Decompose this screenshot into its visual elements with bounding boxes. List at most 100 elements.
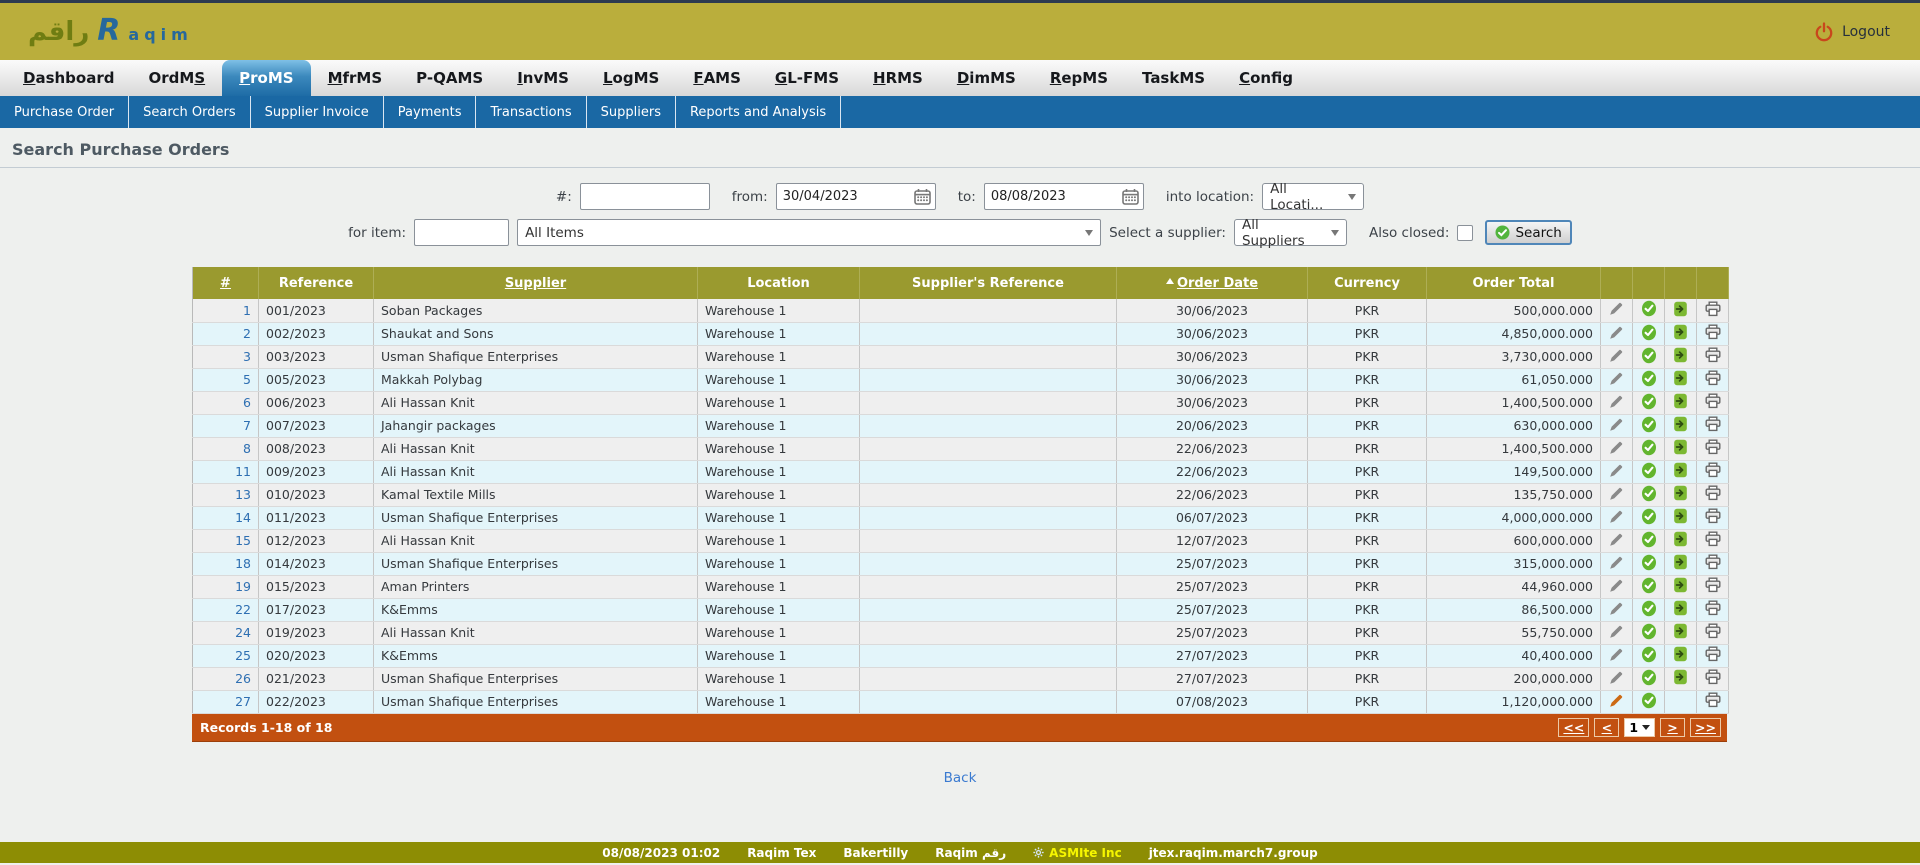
- print-icon[interactable]: [1705, 531, 1721, 547]
- subnav-item-search-orders[interactable]: Search Orders: [129, 96, 251, 128]
- print-icon[interactable]: [1705, 347, 1721, 363]
- print-icon[interactable]: [1705, 301, 1721, 317]
- edit-icon[interactable]: [1609, 601, 1624, 616]
- column-header-order-date[interactable]: Order Date: [1117, 267, 1308, 299]
- print-icon[interactable]: [1705, 669, 1721, 685]
- approved-icon[interactable]: [1641, 646, 1657, 663]
- approved-icon[interactable]: [1641, 692, 1657, 709]
- order-number-link[interactable]: 24: [235, 625, 251, 640]
- receive-icon[interactable]: [1673, 462, 1688, 478]
- order-number-link[interactable]: 15: [235, 533, 251, 548]
- subnav-item-transactions[interactable]: Transactions: [476, 96, 586, 128]
- from-date-input[interactable]: [776, 183, 936, 210]
- print-icon[interactable]: [1705, 646, 1721, 662]
- print-icon[interactable]: [1705, 462, 1721, 478]
- print-icon[interactable]: [1705, 393, 1721, 409]
- order-number-link[interactable]: 22: [235, 602, 251, 617]
- approved-icon[interactable]: [1641, 393, 1657, 410]
- edit-icon[interactable]: [1609, 555, 1624, 570]
- receive-icon[interactable]: [1673, 347, 1688, 363]
- order-number-link[interactable]: 1: [243, 303, 251, 318]
- to-date-input[interactable]: [984, 183, 1144, 210]
- approved-icon[interactable]: [1641, 370, 1657, 387]
- receive-icon[interactable]: [1673, 370, 1688, 386]
- order-number-link[interactable]: 11: [235, 464, 251, 479]
- tab-config[interactable]: Config: [1222, 60, 1310, 96]
- also-closed-checkbox[interactable]: [1457, 225, 1473, 241]
- receive-icon[interactable]: [1673, 508, 1688, 524]
- tab-dimms[interactable]: DimMS: [940, 60, 1033, 96]
- order-number-link[interactable]: 26: [235, 671, 251, 686]
- edit-icon[interactable]: [1609, 647, 1624, 662]
- approved-icon[interactable]: [1641, 577, 1657, 594]
- tab-p-qams[interactable]: P-QAMS: [399, 60, 500, 96]
- print-icon[interactable]: [1705, 554, 1721, 570]
- logout-button[interactable]: Logout: [1814, 22, 1890, 42]
- receive-icon[interactable]: [1673, 577, 1688, 593]
- order-number-link[interactable]: 6: [243, 395, 251, 410]
- edit-icon[interactable]: [1609, 624, 1624, 639]
- print-icon[interactable]: [1705, 485, 1721, 501]
- tab-gl-fms[interactable]: GL-FMS: [758, 60, 856, 96]
- approved-icon[interactable]: [1641, 347, 1657, 364]
- next-page-button[interactable]: >: [1660, 718, 1685, 737]
- print-icon[interactable]: [1705, 623, 1721, 639]
- subnav-item-payments[interactable]: Payments: [384, 96, 477, 128]
- supplier-select[interactable]: All Suppliers: [1234, 219, 1347, 246]
- tab-fams[interactable]: FAMS: [676, 60, 758, 96]
- approved-icon[interactable]: [1641, 669, 1657, 686]
- edit-icon[interactable]: [1609, 371, 1624, 386]
- tab-taskms[interactable]: TaskMS: [1125, 60, 1222, 96]
- order-number-link[interactable]: 2: [243, 326, 251, 341]
- print-icon[interactable]: [1705, 692, 1721, 708]
- edit-icon[interactable]: [1609, 348, 1624, 363]
- item-code-input[interactable]: [414, 219, 509, 246]
- tab-ordms[interactable]: OrdMS: [131, 60, 222, 96]
- last-page-button[interactable]: >>: [1690, 718, 1721, 737]
- receive-icon[interactable]: [1673, 439, 1688, 455]
- page-select[interactable]: 1: [1624, 718, 1655, 737]
- print-icon[interactable]: [1705, 370, 1721, 386]
- edit-icon[interactable]: [1609, 509, 1624, 524]
- tab-dashboard[interactable]: Dashboard: [6, 60, 131, 96]
- raqim-logo[interactable]: راقم R aqim: [28, 16, 193, 47]
- subnav-item-reports-and-analysis[interactable]: Reports and Analysis: [676, 96, 841, 128]
- status-vendor[interactable]: ASMIte Inc: [1049, 846, 1122, 860]
- order-number-link[interactable]: 13: [235, 487, 251, 502]
- tab-repms[interactable]: RepMS: [1033, 60, 1125, 96]
- receive-icon[interactable]: [1673, 485, 1688, 501]
- receive-icon[interactable]: [1673, 393, 1688, 409]
- prev-page-button[interactable]: <: [1594, 718, 1619, 737]
- approved-icon[interactable]: [1641, 600, 1657, 617]
- edit-icon[interactable]: [1609, 578, 1624, 593]
- receive-icon[interactable]: [1673, 301, 1688, 317]
- order-number-input[interactable]: [580, 183, 710, 210]
- edit-icon[interactable]: [1609, 486, 1624, 501]
- edit-icon[interactable]: [1609, 301, 1624, 316]
- order-number-link[interactable]: 7: [243, 418, 251, 433]
- column-header-supplier[interactable]: Supplier: [374, 267, 698, 299]
- receive-icon[interactable]: [1673, 600, 1688, 616]
- location-select[interactable]: All Locati...: [1262, 183, 1364, 210]
- approved-icon[interactable]: [1641, 554, 1657, 571]
- item-select[interactable]: All Items: [517, 219, 1101, 246]
- first-page-button[interactable]: <<: [1558, 718, 1589, 737]
- subnav-item-purchase-order[interactable]: Purchase Order: [0, 96, 129, 128]
- order-number-link[interactable]: 18: [235, 556, 251, 571]
- order-number-link[interactable]: 27: [235, 694, 251, 709]
- calendar-icon[interactable]: [1122, 188, 1139, 209]
- receive-icon[interactable]: [1673, 324, 1688, 340]
- receive-icon[interactable]: [1673, 623, 1688, 639]
- print-icon[interactable]: [1705, 439, 1721, 455]
- order-number-link[interactable]: 8: [243, 441, 251, 456]
- approved-icon[interactable]: [1641, 531, 1657, 548]
- edit-icon[interactable]: [1609, 463, 1624, 478]
- edit-icon[interactable]: [1609, 670, 1624, 685]
- edit-icon[interactable]: [1609, 693, 1624, 708]
- approved-icon[interactable]: [1641, 324, 1657, 341]
- edit-icon[interactable]: [1609, 532, 1624, 547]
- receive-icon[interactable]: [1673, 554, 1688, 570]
- tab-invms[interactable]: InvMS: [500, 60, 586, 96]
- tab-mfrms[interactable]: MfrMS: [311, 60, 400, 96]
- print-icon[interactable]: [1705, 324, 1721, 340]
